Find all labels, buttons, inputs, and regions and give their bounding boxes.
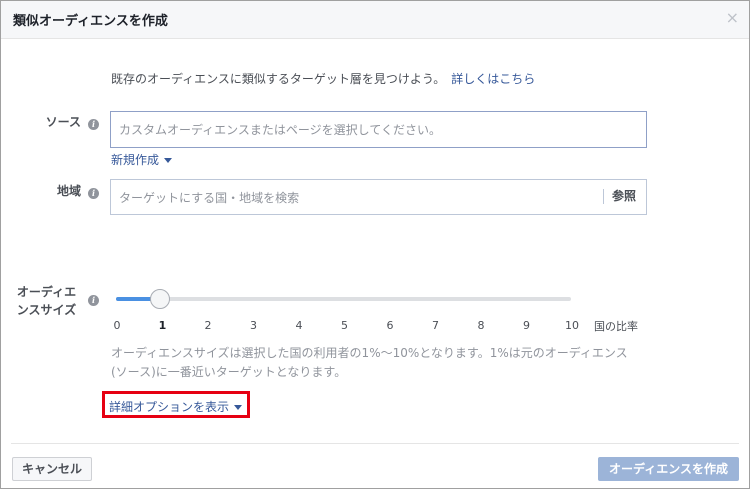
slider-tick-label: 7: [432, 319, 439, 332]
slider-tick-label: 8: [477, 319, 485, 332]
new-create-label: 新規作成: [111, 153, 160, 167]
dialog-header: 類似オーディエンスを作成 ×: [1, 1, 749, 39]
region-placeholder: ターゲットにする国・地域を検索: [119, 191, 300, 205]
learn-more-link[interactable]: 詳しくはこちら: [451, 72, 535, 86]
slider-tick-label: 1: [158, 319, 167, 332]
audience-size-label-line2: ンスサイズ: [16, 303, 77, 317]
audience-size-label-line1: オーディエ: [16, 285, 77, 299]
slider-tick-label: 10: [565, 319, 579, 332]
note-line2: (ソース)に一番近いターゲットとなります。: [111, 365, 347, 379]
region-search-input[interactable]: ターゲットにする国・地域を検索 参照: [110, 179, 647, 215]
cancel-button[interactable]: キャンセル: [12, 457, 92, 481]
footer-divider: [11, 443, 739, 444]
chevron-down-icon: [234, 405, 243, 410]
slider-tick-label: 4: [295, 319, 303, 332]
ratio-label: 国の比率: [594, 320, 638, 333]
intro-text: 既存のオーディエンスに類似するターゲット層を見つけよう。 詳しくはこちら: [111, 70, 535, 87]
slider-tick-label: 0: [113, 319, 121, 332]
source-label: ソース: [45, 115, 81, 129]
create-lookalike-dialog: 類似オーディエンスを作成 × 既存のオーディエンスに類似するターゲット層を見つけ…: [0, 0, 750, 489]
close-icon[interactable]: ×: [726, 8, 739, 28]
slider-tick-label: 6: [386, 319, 394, 332]
dialog-title: 類似オーディエンスを作成: [13, 14, 168, 29]
create-audience-button[interactable]: オーディエンスを作成: [598, 457, 739, 481]
source-input[interactable]: カスタムオーディエンスまたはページを選択してください。: [110, 111, 647, 148]
slider-tick-label: 2: [204, 319, 212, 332]
source-placeholder: カスタムオーディエンスまたはページを選択してください。: [119, 123, 441, 137]
intro-description: 既存のオーディエンスに類似するターゲット層を見つけよう。: [111, 72, 446, 86]
browse-button[interactable]: 参照: [602, 189, 636, 204]
audience-size-note: オーディエンスサイズは選択した国の利用者の1%〜10%となります。1%は元のオー…: [111, 344, 656, 382]
source-info-icon[interactable]: i: [88, 119, 99, 130]
slider-tick-label: 9: [523, 319, 530, 332]
slider-track[interactable]: [116, 297, 571, 301]
slider-tick-label: 5: [341, 319, 348, 332]
show-advanced-options-link[interactable]: 詳細オプションを表示: [109, 398, 243, 415]
slider-tick-label: 3: [250, 319, 257, 332]
region-label: 地域: [56, 184, 81, 198]
new-create-dropdown[interactable]: 新規作成: [111, 151, 173, 168]
note-line1: オーディエンスサイズは選択した国の利用者の1%〜10%となります。1%は元のオー…: [111, 346, 628, 360]
chevron-down-icon: [164, 158, 173, 163]
region-info-icon[interactable]: i: [88, 188, 99, 199]
slider-handle[interactable]: [150, 289, 170, 309]
audience-size-label: オーディエ ンスサイズ: [9, 283, 84, 319]
audience-size-info-icon[interactable]: i: [88, 295, 99, 306]
advanced-options-label: 詳細オプションを表示: [109, 400, 230, 414]
